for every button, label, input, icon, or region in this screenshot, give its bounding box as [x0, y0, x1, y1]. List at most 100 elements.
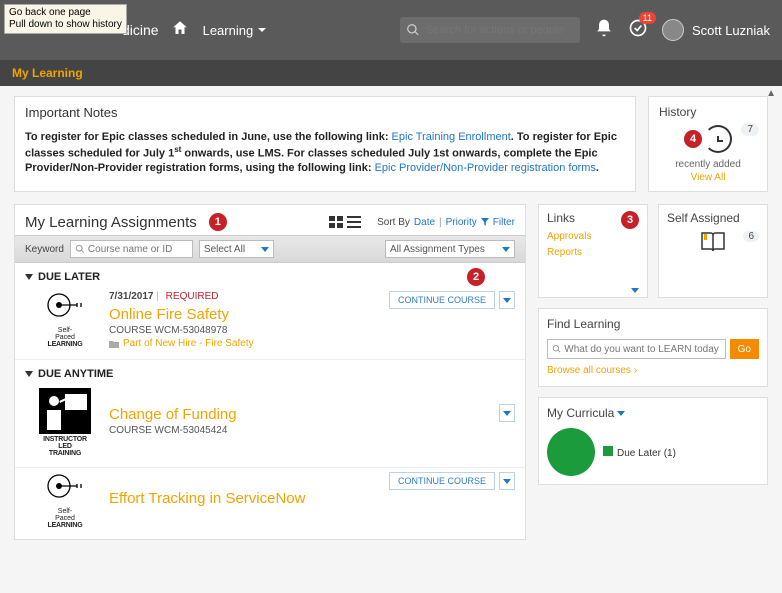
legend-label: Due Later (1) [617, 448, 676, 459]
course-action-dropdown[interactable] [499, 472, 515, 490]
history-viewall-link[interactable]: View All [691, 172, 726, 183]
page-body: ▲ Important Notes To register for Epic c… [0, 86, 782, 550]
assignments-title: My Learning Assignments [25, 214, 197, 231]
sort-label: Sort By [377, 217, 410, 228]
view-toggle-group [329, 216, 361, 228]
username-label[interactable]: Scott Luzniak [692, 23, 770, 38]
approvals-link[interactable]: Approvals [547, 229, 639, 245]
find-learning-title: Find Learning [547, 317, 759, 331]
filter-bar: Keyword Select All All Assignment Types [15, 235, 525, 263]
browse-courses-link[interactable]: Browse all courses › [547, 365, 637, 376]
continue-course-button[interactable]: CONTINUE COURSE [389, 472, 495, 490]
search-icon [75, 244, 85, 254]
annotation-marker-4: 4 [684, 130, 702, 148]
avatar[interactable] [662, 19, 684, 41]
important-notes-title: Important Notes [25, 105, 625, 120]
history-clock-icon[interactable] [704, 125, 732, 153]
annotation-marker-1: 1 [209, 213, 227, 231]
continue-course-button[interactable]: CONTINUE COURSE [389, 291, 495, 309]
due-anytime-label: DUE ANYTIME [38, 368, 113, 380]
due-later-label: DUE LATER [38, 271, 100, 283]
epic-registration-link[interactable]: Epic Provider/Non-Provider registration … [375, 162, 596, 174]
important-notes-body: To register for Epic classes scheduled i… [25, 130, 625, 176]
curricula-pie-chart[interactable] [547, 428, 595, 476]
history-subtitle: recently added [659, 159, 757, 170]
chevron-down-icon [257, 25, 267, 35]
course-item: INSTRUCTOR LED TRAINING Change of Fundin… [15, 384, 525, 468]
sort-by-priority[interactable]: Priority [446, 217, 477, 228]
chevron-right-icon: › [634, 365, 637, 376]
course-title[interactable]: Effort Tracking in ServiceNow [109, 490, 515, 507]
book-icon[interactable] [700, 231, 726, 253]
caret-down-icon [261, 247, 269, 252]
self-assigned-count: 6 [743, 231, 759, 242]
annotation-marker-2: 2 [467, 268, 485, 286]
tooltip-line1: Go back one page [9, 7, 122, 19]
card-view-icon[interactable] [329, 216, 343, 228]
learning-menu[interactable]: Learning [203, 23, 268, 38]
search-icon [552, 344, 561, 354]
assignment-types-dropdown[interactable]: All Assignment Types [385, 240, 515, 258]
course-action-dropdown[interactable] [499, 291, 515, 309]
folder-icon [109, 340, 119, 348]
page-subheader: My Learning [0, 60, 782, 86]
links-card: Links 3 Approvals Reports [538, 204, 648, 298]
caret-down-icon [503, 411, 511, 416]
history-count-badge: 7 [741, 123, 759, 136]
caret-down-icon [502, 247, 510, 252]
notes-text-1: To register for Epic classes scheduled i… [25, 131, 392, 143]
right-column: Links 3 Approvals Reports Self Assigned … [538, 204, 768, 540]
global-search[interactable] [400, 17, 580, 43]
links-expand-icon[interactable] [631, 288, 639, 293]
keyword-input[interactable] [88, 244, 188, 255]
todo-icon[interactable]: 11 [628, 18, 648, 43]
reports-link[interactable]: Reports [547, 245, 639, 261]
selfpaced-icon: Self-Paced LEARNING [25, 472, 105, 529]
search-input[interactable] [426, 24, 574, 36]
keyword-search[interactable] [70, 240, 193, 258]
links-title: Links [547, 211, 575, 225]
page-title: My Learning [12, 66, 83, 80]
self-assigned-title: Self Assigned [667, 211, 759, 225]
course-code: COURSE WCM-53045424 [109, 425, 515, 436]
find-learning-search[interactable] [547, 339, 726, 359]
caret-down-icon [25, 274, 33, 280]
bell-icon[interactable] [594, 18, 614, 43]
epic-training-link[interactable]: Epic Training Enrollment [392, 131, 511, 143]
selfpaced-icon: Self-Paced LEARNING [25, 291, 105, 349]
find-learning-input[interactable] [564, 344, 720, 355]
sort-controls: Sort By Date | Priority Filter [377, 217, 515, 228]
list-view-icon[interactable] [347, 216, 361, 228]
filter-icon [481, 218, 489, 226]
required-label: REQUIRED [166, 291, 219, 302]
caret-down-icon [25, 371, 33, 377]
sort-by-date[interactable]: Date [414, 217, 435, 228]
search-icon [406, 23, 420, 37]
brand-text: dicine [122, 22, 159, 38]
select-all-dropdown[interactable]: Select All [199, 240, 274, 258]
keyword-label: Keyword [25, 244, 64, 255]
learning-menu-label: Learning [203, 23, 254, 38]
self-assigned-card: Self Assigned 6 [658, 204, 768, 298]
assignment-types-label: All Assignment Types [390, 244, 485, 255]
instructor-led-icon: INSTRUCTOR LED TRAINING [25, 388, 105, 457]
caret-down-icon [617, 411, 625, 416]
course-folder[interactable]: Part of New Hire - Fire Safety [109, 338, 515, 349]
back-history-tooltip: Go back one page Pull down to show histo… [4, 4, 127, 34]
history-card: History 4 7 recently added View All [648, 96, 768, 192]
annotation-marker-3: 3 [621, 211, 639, 229]
course-title[interactable]: Change of Funding [109, 406, 515, 423]
filter-link[interactable]: Filter [493, 217, 515, 228]
find-learning-card: Find Learning Go Browse all courses › [538, 308, 768, 387]
course-action-dropdown[interactable] [499, 404, 515, 422]
my-curricula-card: My Curricula Due Later (1) [538, 397, 768, 485]
due-later-header[interactable]: DUE LATER 2 [15, 263, 525, 287]
due-anytime-header[interactable]: DUE ANYTIME [15, 360, 525, 384]
go-button[interactable]: Go [730, 339, 759, 359]
notes-text-4: . [596, 162, 599, 174]
home-icon[interactable] [171, 19, 189, 42]
important-notes-card: Important Notes To register for Epic cla… [14, 96, 636, 192]
tooltip-line2: Pull down to show history [9, 19, 122, 31]
my-curricula-title[interactable]: My Curricula [547, 406, 759, 420]
course-due-date: 7/31/2017 [109, 291, 154, 302]
